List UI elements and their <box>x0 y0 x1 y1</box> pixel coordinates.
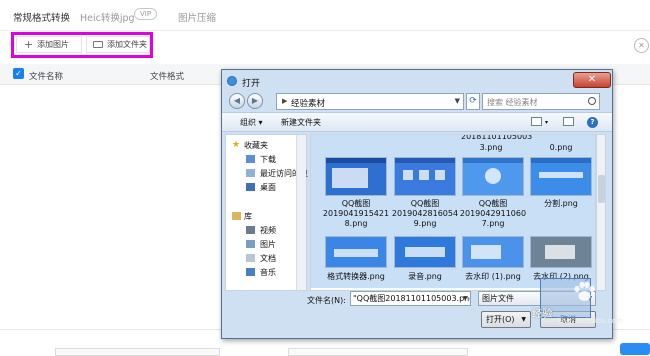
file-thumbnail[interactable] <box>462 236 524 268</box>
add-folder-label: 添加文件夹 <box>107 40 147 49</box>
filename-dropdown-icon[interactable]: ▼ <box>463 295 468 302</box>
paw-logo-icon <box>574 281 595 301</box>
watermark-text: 经验 <box>532 309 553 320</box>
chevron-down-icon[interactable]: ▼ <box>455 97 460 105</box>
file-thumbnail[interactable] <box>325 157 387 196</box>
file-name[interactable]: 去水印 (1).png <box>458 272 528 282</box>
plus-icon: + <box>24 38 34 51</box>
search-icon <box>588 97 596 105</box>
file-name[interactable]: 8.png <box>325 219 387 229</box>
dialog-close-button[interactable]: ✕ <box>573 72 611 88</box>
download-folder-icon <box>246 155 255 163</box>
file-name-top-1[interactable]: 3.png <box>461 143 521 153</box>
star-icon: ★ <box>232 140 241 150</box>
filename-label: 文件名(N): <box>307 296 346 305</box>
open-dropdown-icon[interactable]: ▼ <box>521 312 526 327</box>
library-icon <box>232 212 241 220</box>
column-filename: 文件名称 <box>29 72 64 82</box>
file-name[interactable]: 格式转换器.png <box>319 272 393 282</box>
nav-pictures[interactable]: 图片 <box>260 239 276 250</box>
dialog-title: 打开 <box>242 79 261 89</box>
dialog-app-icon <box>227 76 237 86</box>
nav-video[interactable]: 视频 <box>260 225 276 236</box>
file-list-pane: 20181101105003 3.png 0.png QQ截图 20190419… <box>310 134 596 291</box>
file-thumbnail[interactable] <box>530 157 592 196</box>
nav-download[interactable]: 下载 <box>260 154 276 165</box>
video-icon <box>246 226 255 234</box>
preview-pane-icon[interactable] <box>563 117 574 126</box>
view-dropdown-icon[interactable]: ▾ <box>545 119 548 126</box>
add-image-button[interactable]: + 添加图片 <box>16 36 82 53</box>
new-folder-button[interactable]: 新建文件夹 <box>281 117 321 128</box>
nav-desktop[interactable]: 桌面 <box>260 182 276 193</box>
top-tab-bar: 常规格式转换 Heic转换jpg VIP 图片压缩 <box>0 0 650 31</box>
tab-heic-to-jpg[interactable]: Heic转换jpg <box>80 10 135 24</box>
file-thumbnail[interactable] <box>394 157 456 196</box>
desktop-icon <box>246 183 255 191</box>
file-name[interactable]: 2019042816054 <box>390 209 460 219</box>
file-thumbnail[interactable] <box>394 236 456 268</box>
file-name[interactable]: QQ截图 <box>325 199 387 209</box>
add-image-label: 添加图片 <box>37 40 69 49</box>
watermark-url: jingyan.baidu.com <box>558 317 623 325</box>
file-list-scrollbar[interactable] <box>596 134 606 291</box>
vip-badge: VIP <box>134 8 158 20</box>
file-name[interactable]: QQ截图 <box>394 199 456 209</box>
watermark: 经验 jingyan.baidu.com <box>528 281 640 325</box>
file-name[interactable]: 2019041915421 <box>321 209 391 219</box>
file-name-top-2[interactable]: 0.png <box>531 143 591 153</box>
file-name[interactable]: QQ截图 <box>462 199 524 209</box>
music-icon <box>246 268 255 276</box>
tab-image-compress[interactable]: 图片压缩 <box>178 10 216 24</box>
nav-library[interactable]: 库 <box>244 211 252 222</box>
recent-places-icon <box>246 169 255 177</box>
column-fileformat: 文件格式 <box>150 72 185 82</box>
file-thumbnail[interactable] <box>462 157 524 196</box>
open-label: 打开(O) <box>486 315 515 324</box>
search-input[interactable]: 搜索 经验素材 <box>482 93 600 110</box>
select-all-checkbox[interactable]: ✓ <box>13 68 24 79</box>
search-placeholder: 搜索 经验素材 <box>487 98 538 107</box>
help-icon[interactable]: ? <box>587 117 598 128</box>
clear-list-icon[interactable]: ✕ <box>634 38 649 53</box>
navigation-pane: ★ 收藏夹 下载 最近访问的位 桌面 库 视频 图片 文档 音乐 <box>225 134 308 291</box>
file-name[interactable]: 2019042911060 <box>458 209 528 219</box>
file-name[interactable]: 9.png <box>394 219 456 229</box>
open-button[interactable]: 打开(O) ▼ <box>481 311 531 328</box>
file-name[interactable]: 录音.png <box>394 272 456 282</box>
documents-icon <box>246 254 255 262</box>
tab-format-convert[interactable]: 常规格式转换 <box>13 10 70 24</box>
address-path: 经验素材 <box>291 99 326 109</box>
scrollbar-thumb[interactable] <box>598 175 605 203</box>
filetype-value: 图片文件 <box>482 294 514 303</box>
file-name[interactable]: 7.png <box>462 219 524 229</box>
pictures-icon <box>246 240 255 248</box>
nav-music[interactable]: 音乐 <box>260 267 276 278</box>
back-arrow-icon[interactable]: ◀ <box>229 93 245 109</box>
breadcrumb-arrow-icon: ▶ <box>282 97 288 105</box>
refresh-icon[interactable]: ⟳ <box>466 93 480 110</box>
file-name-partial[interactable]: 20181101105003 <box>461 135 532 142</box>
nav-scrollbar[interactable] <box>296 135 306 290</box>
start-convert-button[interactable] <box>620 343 650 355</box>
file-thumbnail[interactable] <box>325 236 387 268</box>
folder-icon <box>93 41 103 48</box>
address-bar[interactable]: ▶ 经验素材 ▼ <box>276 93 464 110</box>
file-name[interactable]: 分割.png <box>530 199 592 209</box>
add-folder-button[interactable]: 添加文件夹 <box>86 36 150 53</box>
nav-favorites[interactable]: 收藏夹 <box>244 140 268 151</box>
forward-arrow-icon[interactable]: ▶ <box>247 93 263 109</box>
dialog-toolbar: 组织 ▾ 新建文件夹 ▾ ? <box>222 112 612 132</box>
file-thumbnail[interactable] <box>530 236 592 268</box>
view-options-icon[interactable] <box>531 117 542 126</box>
nav-documents[interactable]: 文档 <box>260 253 276 264</box>
organize-menu[interactable]: 组织 ▾ <box>240 117 263 128</box>
filename-input[interactable]: "QQ截图20181101105003.png" " <box>350 291 471 306</box>
